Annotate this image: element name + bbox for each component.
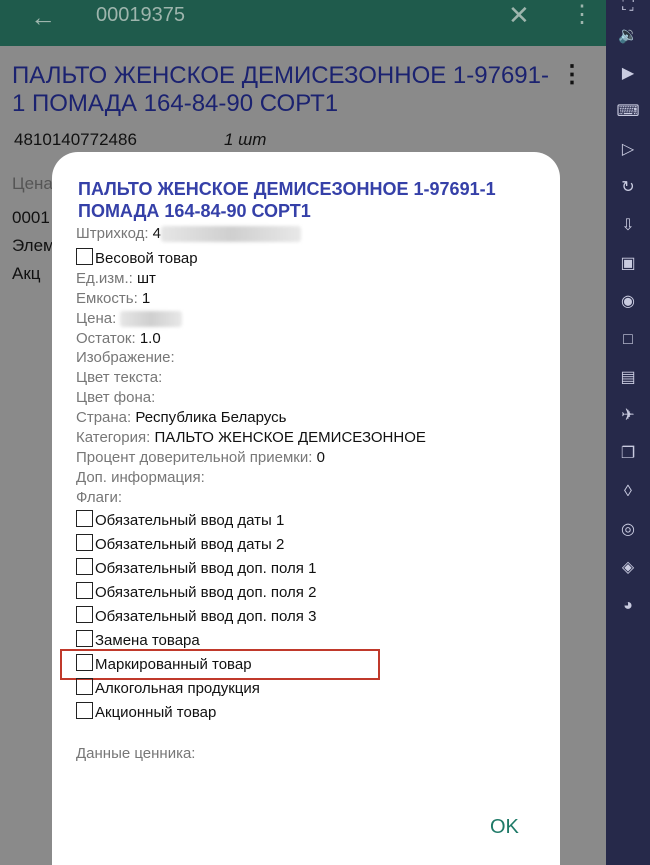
checkbox-icon[interactable] (76, 510, 93, 527)
flags-label: Флаги: (76, 489, 123, 506)
bg-color-label: Цвет фона: (76, 389, 156, 406)
checkbox-icon[interactable] (76, 582, 93, 599)
airplane-icon[interactable]: ✈ (614, 402, 642, 430)
barcode-row: Штрихкод: 4 (76, 224, 302, 244)
weight-item-checkbox[interactable]: Весовой товар (76, 248, 198, 269)
country-label: Страна: (76, 409, 136, 426)
flag-label: Алкогольная продукция (95, 680, 260, 697)
stock-value: 1.0 (139, 330, 161, 347)
speed-icon[interactable]: ◕ (614, 592, 642, 620)
product-quantity: 1 шт (224, 130, 267, 149)
product-barcode: 4810140772486 (14, 130, 137, 149)
flag-label: Замена товара (95, 632, 200, 649)
price-tag-label: Данные ценника: (76, 745, 196, 762)
fullscreen-icon[interactable]: ⛶ (614, 0, 642, 20)
emulator-toolbar: ⛶ 🔉 ▶ ⌨ ▷ ↻ ⇩ ▣ ◉ □ ▤ ✈ ❐ ◊ ◎ ◈ ◕ (606, 0, 650, 865)
apk-install-icon[interactable]: ⇩ (614, 212, 642, 240)
country-row: Страна: Республика Беларусь (76, 408, 286, 428)
flag-label: Акционный товар (95, 704, 217, 721)
flag-label: Обязательный ввод доп. поля 1 (95, 560, 317, 577)
flag-label: Маркированный товар (95, 656, 252, 673)
flag-field1-checkbox[interactable]: Обязательный ввод доп. поля 1 (76, 558, 316, 579)
checkbox-icon[interactable] (76, 534, 93, 551)
flag-date2-checkbox[interactable]: Обязательный ввод даты 2 (76, 534, 284, 555)
checkbox-icon[interactable] (76, 678, 93, 695)
stock-label: Остаток: (76, 330, 140, 347)
capacity-value: 1 (141, 290, 151, 307)
folder-icon[interactable]: ▤ (614, 364, 642, 392)
close-icon[interactable]: ✕ (508, 0, 530, 31)
apk-icon[interactable]: ▣ (614, 250, 642, 278)
barcode-label: Штрихкод: (76, 225, 153, 242)
screen-record-icon[interactable]: □ (614, 326, 642, 354)
trust-row: Процент доверительной приемки: 0 (76, 448, 325, 468)
checkbox-icon[interactable] (76, 630, 93, 647)
play-icon[interactable]: ▷ (614, 136, 642, 164)
flag-field2-checkbox[interactable]: Обязательный ввод доп. поля 2 (76, 582, 316, 603)
ok-button[interactable]: OK (490, 816, 519, 839)
text-color-label: Цвет текста: (76, 369, 163, 386)
barcode-value: 4 (152, 225, 162, 242)
location-icon[interactable]: ◎ (614, 516, 642, 544)
shake-icon[interactable]: ◊ (614, 478, 642, 506)
category-row: Категория: ПАЛЬТО ЖЕНСКОЕ ДЕМИСЕЗОННОЕ (76, 428, 426, 448)
layers-icon[interactable]: ◈ (614, 554, 642, 582)
flag-promo-checkbox[interactable]: Акционный товар (76, 702, 216, 723)
checkbox-icon[interactable] (76, 654, 93, 671)
checkbox-icon[interactable] (76, 558, 93, 575)
element-fragment: Элем (12, 236, 55, 255)
multi-window-icon[interactable]: ❐ (614, 440, 642, 468)
promo-fragment: Акц (12, 264, 41, 283)
volume-icon[interactable]: 🔉 (614, 22, 642, 50)
flag-replacement-checkbox[interactable]: Замена товара (76, 630, 200, 651)
flag-label: Обязательный ввод доп. поля 3 (95, 608, 317, 625)
dialog-title: ПАЛЬТО ЖЕНСКОЕ ДЕМИСЕЗОННОЕ 1-97691-1 ПО… (78, 179, 496, 221)
checkbox-icon[interactable] (76, 248, 93, 265)
unit-label: Ед.изм.: (76, 270, 137, 287)
arrow-back-icon[interactable]: ← (30, 2, 56, 33)
capacity-label: Емкость: (76, 290, 142, 307)
flag-label: Обязательный ввод даты 2 (95, 536, 285, 553)
trust-value: 0 (316, 449, 325, 466)
capacity-row: Емкость: 1 (76, 289, 150, 309)
keyboard-icon[interactable]: ⌨ (614, 98, 642, 126)
redacted-barcode (161, 226, 302, 243)
country-value: Республика Беларусь (135, 409, 287, 426)
price-fragment: Цена (12, 174, 53, 193)
flag-label: Обязательный ввод даты 1 (95, 512, 285, 529)
weight-item-label: Весовой товар (95, 250, 198, 267)
code-fragment: 0001 (12, 208, 50, 227)
flag-field3-checkbox[interactable]: Обязательный ввод доп. поля 3 (76, 606, 316, 627)
price-row: Цена: (76, 309, 183, 329)
product-title: ПАЛЬТО ЖЕНСКОЕ ДЕМИСЕЗОННОЕ 1-97691-1 ПО… (12, 62, 549, 117)
product-info-dialog: ПАЛЬТО ЖЕНСКОЕ ДЕМИСЕЗОННОЕ 1-97691-1 ПО… (52, 152, 560, 865)
rotate-icon[interactable]: ↻ (614, 174, 642, 202)
image-label: Изображение: (76, 349, 175, 366)
flag-label: Обязательный ввод доп. поля 2 (95, 584, 317, 601)
flag-date1-checkbox[interactable]: Обязательный ввод даты 1 (76, 510, 284, 531)
app-bar-title: 00019375 (96, 4, 185, 26)
checkbox-icon[interactable] (76, 606, 93, 623)
screenshot-icon[interactable]: ◉ (614, 288, 642, 316)
flag-marked-checkbox[interactable]: Маркированный товар (76, 654, 252, 675)
price-label: Цена: (76, 310, 121, 327)
flag-alcohol-checkbox[interactable]: Алкогольная продукция (76, 678, 260, 699)
unit-value: шт (137, 270, 156, 287)
unit-row: Ед.изм.: шт (76, 269, 156, 289)
more-vertical-icon[interactable]: ⋮ (570, 0, 594, 29)
redacted-price (120, 311, 183, 328)
category-value: ПАЛЬТО ЖЕНСКОЕ ДЕМИСЕЗОННОЕ (154, 429, 426, 446)
extra-info-label: Доп. информация: (76, 469, 205, 486)
category-label: Категория: (76, 429, 155, 446)
play-store-icon[interactable]: ▶ (614, 60, 642, 88)
app-bar: ← 00019375 ✕ ⋮ (0, 0, 606, 46)
stock-row: Остаток: 1.0 (76, 329, 161, 349)
checkbox-icon[interactable] (76, 702, 93, 719)
trust-label: Процент доверительной приемки: (76, 449, 317, 466)
more-vertical-icon[interactable]: ⋮ (560, 60, 584, 89)
